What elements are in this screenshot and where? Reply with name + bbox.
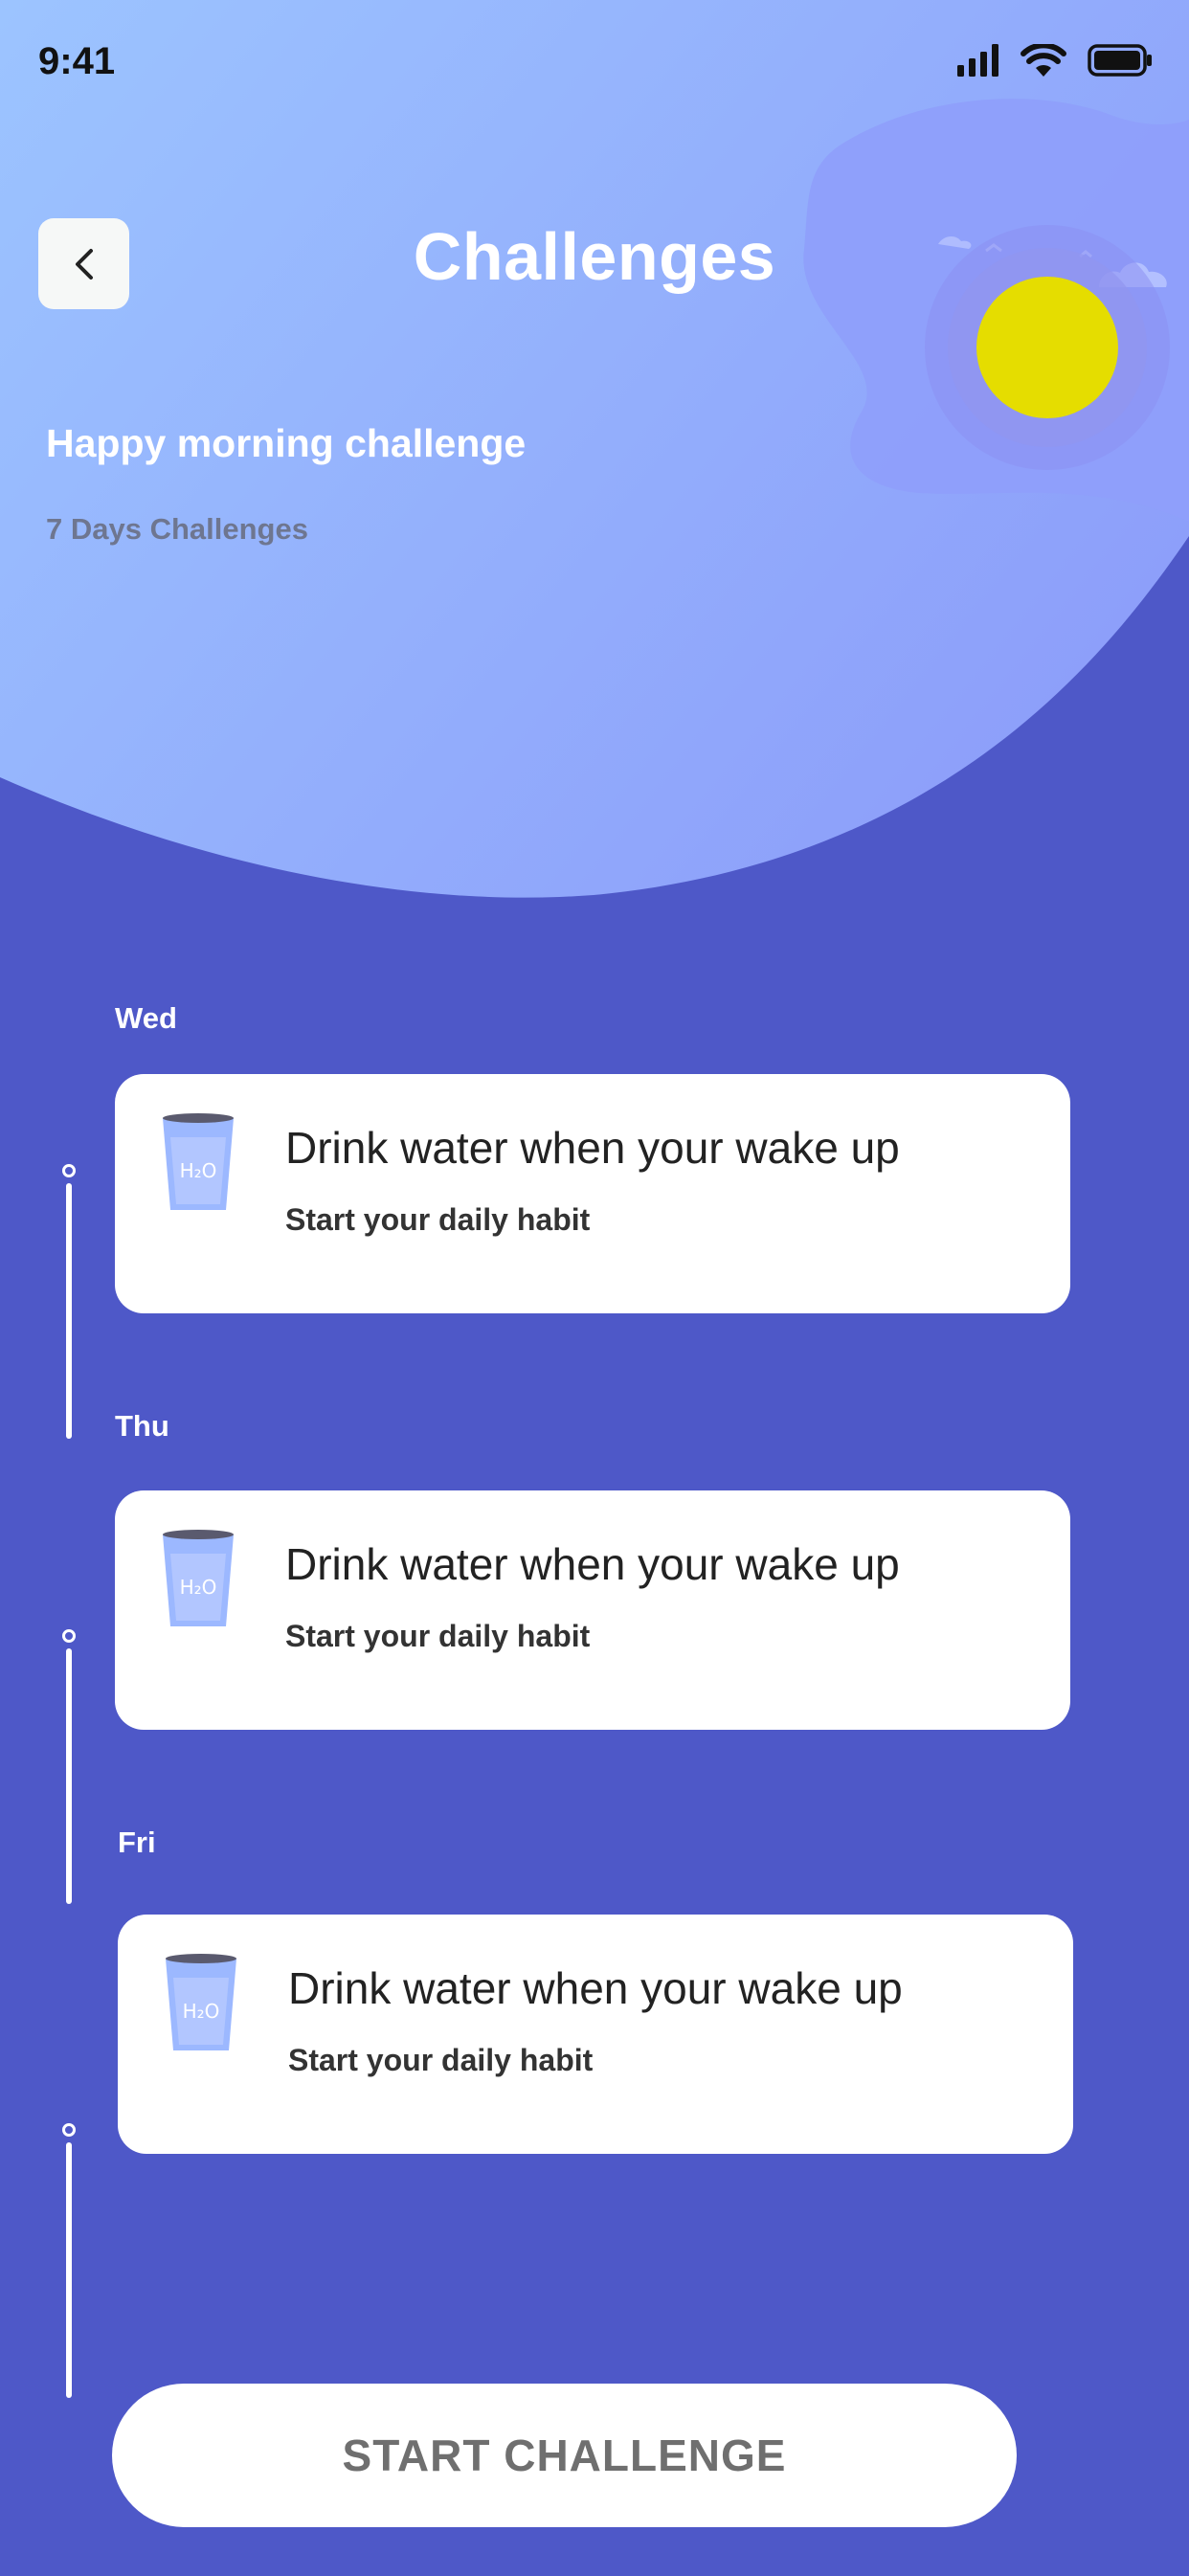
signal-icon bbox=[957, 44, 998, 77]
timeline-dot bbox=[62, 2123, 76, 2137]
day-label-wed: Wed bbox=[115, 1001, 177, 1035]
timeline-dot bbox=[62, 1629, 76, 1643]
timeline-line bbox=[66, 2142, 72, 2398]
challenge-subtitle: 7 Days Challenges bbox=[46, 512, 308, 546]
timeline-line bbox=[66, 1648, 72, 1904]
water-glass-icon: H₂O bbox=[163, 1530, 234, 1626]
card-title: Drink water when your wake up bbox=[285, 1123, 900, 1173]
timeline-line bbox=[66, 1183, 72, 1439]
status-time: 9:41 bbox=[38, 40, 116, 82]
challenges-screen: 9:41 Challenges Happy morning challenge … bbox=[0, 0, 1189, 2576]
battery-icon bbox=[1088, 44, 1152, 77]
challenge-card[interactable]: H₂O Drink water when your wake up Start … bbox=[115, 1074, 1070, 1313]
card-subtitle: Start your daily habit bbox=[285, 1202, 591, 1237]
status-icons bbox=[957, 44, 1153, 77]
svg-text:H₂O: H₂O bbox=[183, 2000, 220, 2023]
svg-text:H₂O: H₂O bbox=[180, 1159, 217, 1182]
timeline-dot bbox=[62, 1164, 76, 1177]
day-label-fri: Fri bbox=[118, 1826, 156, 1859]
card-subtitle: Start your daily habit bbox=[285, 1619, 591, 1653]
start-challenge-button[interactable]: START CHALLENGE bbox=[112, 2384, 1017, 2527]
challenge-name: Happy morning challenge bbox=[46, 421, 527, 465]
card-title: Drink water when your wake up bbox=[288, 1963, 903, 2013]
card-subtitle: Start your daily habit bbox=[288, 2043, 594, 2077]
card-title: Drink water when your wake up bbox=[285, 1539, 900, 1589]
svg-text:H₂O: H₂O bbox=[180, 1576, 217, 1599]
water-glass-icon: H₂O bbox=[166, 1954, 236, 2050]
day-label-thu: Thu bbox=[115, 1409, 169, 1443]
status-bar: 9:41 bbox=[0, 0, 1189, 134]
challenge-card[interactable]: H₂O Drink water when your wake up Start … bbox=[115, 1490, 1070, 1730]
challenge-card[interactable]: H₂O Drink water when your wake up Start … bbox=[118, 1915, 1073, 2154]
water-glass-icon: H₂O bbox=[163, 1113, 234, 1210]
page-title: Challenges bbox=[413, 219, 776, 294]
wifi-icon bbox=[1021, 44, 1066, 77]
